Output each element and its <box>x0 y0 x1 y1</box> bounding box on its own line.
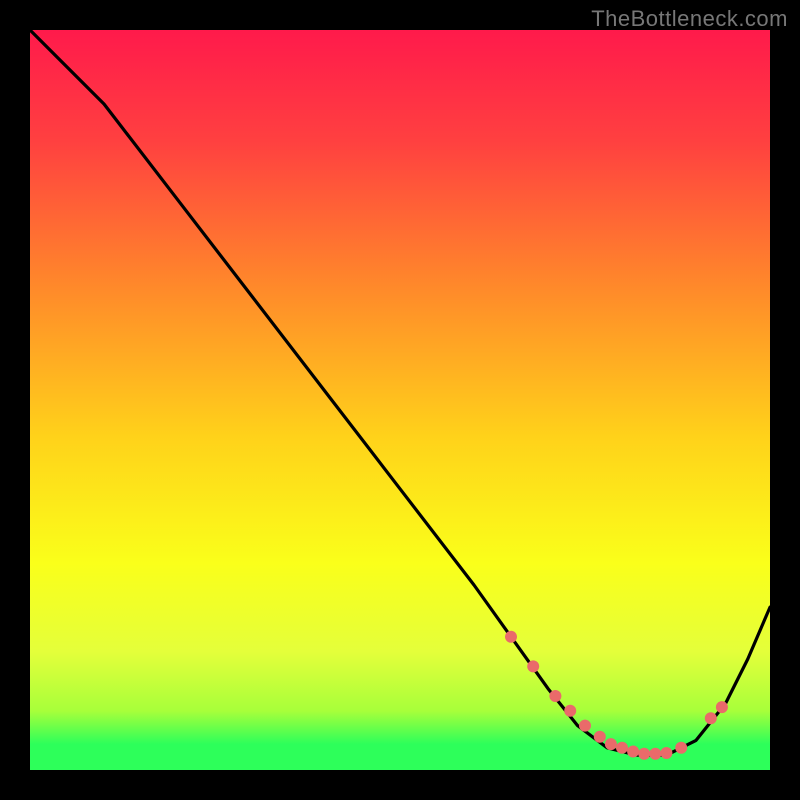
highlight-dot <box>579 720 591 732</box>
highlight-dot <box>527 660 539 672</box>
highlight-dot <box>627 746 639 758</box>
bottleneck-chart <box>30 30 770 770</box>
highlight-dot <box>616 742 628 754</box>
highlight-dot <box>605 738 617 750</box>
highlight-dot <box>564 705 576 717</box>
chart-background <box>30 30 770 770</box>
highlight-dot <box>660 747 672 759</box>
watermark-text: TheBottleneck.com <box>591 6 788 32</box>
highlight-dot <box>716 701 728 713</box>
highlight-dot <box>638 748 650 760</box>
highlight-dot <box>705 712 717 724</box>
highlight-dot <box>505 631 517 643</box>
chart-frame: TheBottleneck.com <box>0 0 800 800</box>
highlight-dot <box>649 748 661 760</box>
highlight-dot <box>675 742 687 754</box>
highlight-dot <box>549 690 561 702</box>
highlight-dot <box>594 731 606 743</box>
